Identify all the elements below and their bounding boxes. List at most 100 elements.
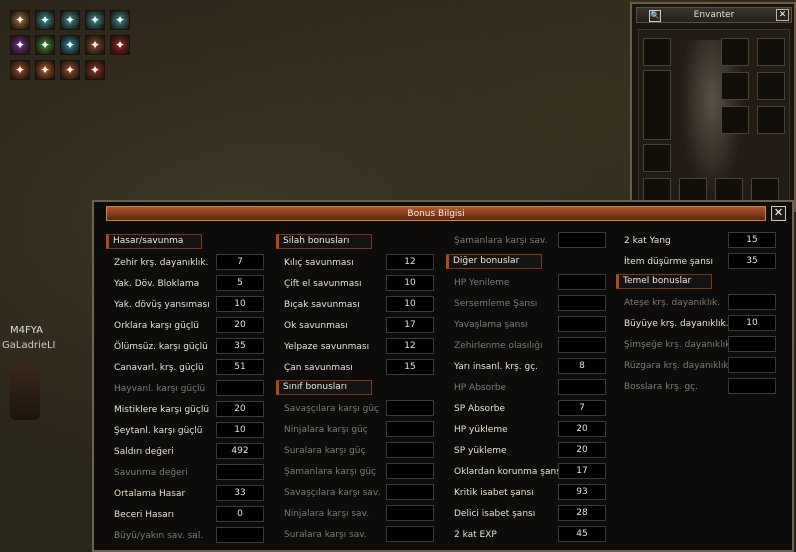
bonus-value-field: 12 [386,254,434,270]
bonus-value-field [558,295,606,311]
cyan-claw-icon[interactable]: ✦ [60,35,80,55]
sun-emblem-icon[interactable]: ✦ [10,10,30,30]
bonus-label: Savunma değeri [114,468,188,478]
character-sprite[interactable] [10,360,40,420]
bonus-row: Saldırı değeri 492 [106,443,266,461]
equipment-slot-bracelet[interactable] [721,106,749,134]
bonus-window: Bonus Bilgisi ✕ Hasar/savunma Zehir krş. … [92,200,794,552]
bonus-row: HP yükleme 20 [446,421,608,439]
close-icon[interactable]: ✕ [776,9,789,21]
bonus-row: Hayvanl. karşı güçlü [106,380,266,398]
bonus-value-field: 45 [558,526,606,542]
bonus-value-field: 492 [216,443,264,459]
weapon-sword-icon[interactable] [643,70,671,140]
bonus-label: Kılıç savunması [284,258,354,268]
bonus-value-field: 28 [558,505,606,521]
bonus-row: Bıçak savunması 10 [276,296,436,314]
frost-rune-icon[interactable]: ✦ [60,10,80,30]
red-shield-icon[interactable]: ✦ [110,35,130,55]
bonus-label: Şamanlara karşı sav. [454,236,548,246]
bonus-label: Ok savunması [284,321,348,331]
frost-rune-icon[interactable]: ✦ [35,10,55,30]
bonus-value-field: 8 [558,358,606,374]
bonus-label: Rüzgara krş. dayanıklık. [624,361,732,371]
frost-rune-icon[interactable]: ✦ [110,10,130,30]
bonus-value-field [728,336,776,352]
bonus-value-field [558,232,606,248]
equipment-slot-weapon[interactable] [643,38,671,66]
bonus-row: Ninjalara karşı sav. [276,505,436,523]
green-orb-icon[interactable]: ✦ [35,35,55,55]
bonus-row: Beceri Hasarı 0 [106,506,266,524]
frost-rune-icon[interactable]: ✦ [85,10,105,30]
bonus-value-field: 33 [216,485,264,501]
axe-rune-icon[interactable]: ✦ [85,35,105,55]
inventory-titlebar[interactable]: 🔍 Envanter ✕ [636,7,792,23]
equipment-slot-earring[interactable] [757,72,785,100]
bonus-label: Büyüye krş. dayanıklık. [624,319,729,329]
bonus-titlebar[interactable]: Bonus Bilgisi [106,206,766,221]
equipment-panel [638,29,790,209]
bonus-value-field [386,421,434,437]
bonus-value-field [558,316,606,332]
bonus-label: Ölümsüz. karşı güçlü [114,342,208,352]
bonus-value-field [386,442,434,458]
bonus-value-field [216,527,264,543]
equipment-slot-shoulder[interactable] [757,38,785,66]
bonus-label: Yarı insanl. krş. gç. [454,362,539,372]
equipment-slot-costume[interactable] [643,144,671,172]
bonus-row: Ölümsüz. karşı güçlü 35 [106,338,266,356]
bonus-label: Şamanlara karşı güç [284,467,376,477]
bonus-row: Büyü/yakın sav. sal. [106,527,266,545]
bonus-value-field: 10 [386,296,434,312]
bonus-row: Delici isabet şansı 28 [446,505,608,523]
bonus-value-field [386,505,434,521]
bonus-row: 2 kat EXP 45 [446,526,608,544]
bonus-label: SP yükleme [454,446,507,456]
bonus-row: Büyüye krş. dayanıklık. 10 [616,315,778,333]
bonus-value-field [558,337,606,353]
bonus-row: Yelpaze savunması 12 [276,338,436,356]
bonus-row: SP yükleme 20 [446,442,608,460]
section-header-label: Diğer bonuslar [453,256,520,266]
bonus-value-field: 15 [386,359,434,375]
equipment-slot-shield[interactable] [721,72,749,100]
bonus-value-field [728,294,776,310]
close-icon[interactable]: ✕ [771,206,786,221]
spiral-rune-icon[interactable]: ✦ [85,60,105,80]
bonus-value-field [728,357,776,373]
flame-rune-icon[interactable]: ✦ [10,60,30,80]
bonus-row: Ninjalara karşı güç [276,421,436,439]
section-header: Silah bonusları [276,234,372,249]
bonus-label: 2 kat Yang [624,236,671,246]
bonus-value-field: 20 [558,421,606,437]
bonus-row: Orklara karşı güçlü 20 [106,317,266,335]
burst-rune-icon[interactable]: ✦ [35,60,55,80]
section-header-label: Temel bonuslar [623,276,692,286]
bonus-row: Çan savunması 15 [276,359,436,377]
purple-orb-icon[interactable]: ✦ [10,35,30,55]
bonus-row: Zehirlenme olasılığı [446,337,608,355]
bonus-row: 2 kat Yang 15 [616,232,778,250]
bonus-label: Yavaşlama şansı [454,320,528,330]
bonus-value-field: 10 [216,422,264,438]
bonus-value-field [386,400,434,416]
bonus-label: Şeytanl. karşı güçlü [114,426,203,436]
equipment-slot-helmet[interactable] [721,38,749,66]
inventory-window: 🔍 Envanter ✕ [630,2,796,212]
torch-rune-icon[interactable]: ✦ [60,60,80,80]
bonus-value-field: 35 [728,253,776,269]
equipment-slot-necklace[interactable] [757,106,785,134]
bonus-value-field: 7 [558,400,606,416]
character-name[interactable]: M4FYA [10,325,43,336]
bonus-row: Sersemleme Şansı [446,295,608,313]
bonus-row: Çift el savunması 10 [276,275,436,293]
bonus-row: Oklardan korunma şans 17 [446,463,608,481]
bonus-label: Ninjalara karşı sav. [284,509,370,519]
bonus-row: Şamanlara karşı güç [276,463,436,481]
bonus-row: Suralara karşı güç [276,442,436,460]
bonus-label: Kritik isabet şansı [454,488,534,498]
bonus-label: Savaşçılara karşı güç [284,404,379,414]
bonus-value-field: 20 [558,442,606,458]
bonus-row: Yarı insanl. krş. gç. 8 [446,358,608,376]
